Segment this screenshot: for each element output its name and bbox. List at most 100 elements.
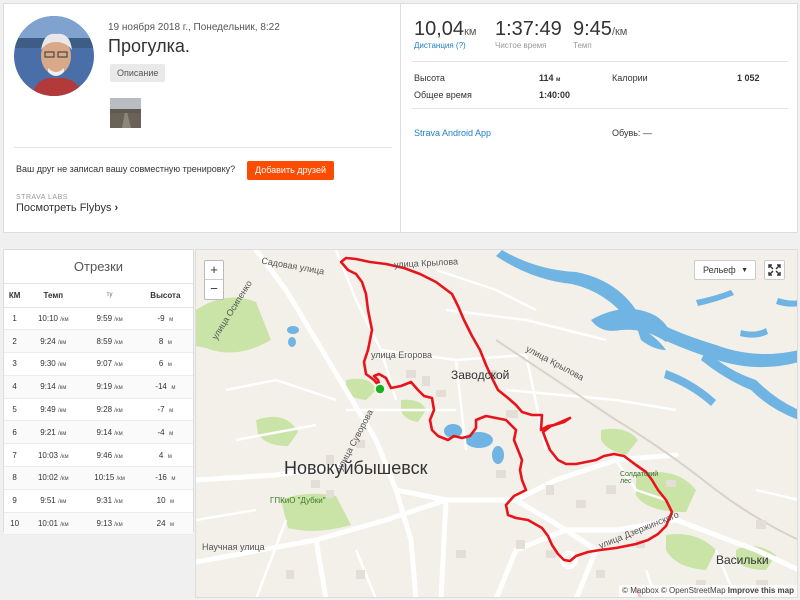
- split-pace-unit: /км: [58, 362, 67, 369]
- split-elevation: -14 м: [137, 375, 193, 399]
- route-start-marker[interactable]: [374, 383, 386, 395]
- split-pace-value: 9:49: [40, 405, 56, 415]
- split-pace-unit: /км: [58, 430, 67, 437]
- elapsed-time-label: Общее время: [414, 90, 472, 100]
- zoom-out-button[interactable]: −: [205, 280, 223, 299]
- split-elev-unit: м: [167, 453, 172, 460]
- split-km: 8: [4, 466, 26, 490]
- split-pace-unit: /км: [60, 453, 69, 460]
- split-km: 10: [4, 512, 26, 536]
- split-km: 2: [4, 329, 26, 354]
- flyby-link[interactable]: Посмотреть Flybys ›: [16, 202, 118, 214]
- map-type-label: Рельеф: [703, 265, 736, 275]
- chevron-down-icon: ▼: [741, 267, 748, 274]
- split-elev-value: 6: [158, 359, 164, 369]
- split-elevation: 6 м: [137, 352, 193, 376]
- fullscreen-button[interactable]: [764, 260, 785, 280]
- splits-header-row: КМ Темп ту Высота: [4, 284, 193, 308]
- splits-panel: Отрезки КМ Темп ту Высота 1 10:10 /км 9:59…: [3, 249, 194, 536]
- split-elev-value: 4: [158, 450, 164, 460]
- calories-label: Калории: [612, 73, 648, 83]
- stat-moving-time: 1:37:49 Чистое время: [495, 18, 562, 50]
- distance-label[interactable]: Дистанция (?): [414, 41, 476, 50]
- split-elev-unit: м: [169, 430, 174, 437]
- split-pace-unit: /км: [60, 522, 69, 529]
- split-pace: 10:02 /км: [25, 466, 82, 490]
- activity-photo[interactable]: [110, 98, 141, 128]
- elevation-number: 114: [539, 73, 554, 83]
- split-pace-value: 10:01: [37, 519, 58, 529]
- split-elev-value: -16: [155, 473, 167, 483]
- pace-value: 9:45: [573, 18, 612, 40]
- header-elevation: Высота: [137, 284, 193, 308]
- split-elev-unit: м: [167, 362, 172, 369]
- pace-unit: /км: [611, 26, 628, 38]
- split-gap: 9:28 /км: [81, 398, 138, 422]
- route-map[interactable]: Новокуйбышевск Заводской Васильки ГПКиО …: [195, 249, 798, 598]
- split-gap-unit: /км: [114, 316, 123, 323]
- split-elev-value: 10: [156, 496, 166, 506]
- split-km: 5: [4, 398, 26, 422]
- table-row: 3 9:30 /км 9:07 /км 6 м: [4, 352, 193, 376]
- split-gap-value: 9:19: [96, 382, 113, 392]
- split-km: 1: [4, 307, 26, 331]
- add-friends-button[interactable]: Добавить друзей: [247, 161, 334, 180]
- distance-value: 10,04: [414, 18, 465, 40]
- split-elev-value: 24: [156, 519, 166, 529]
- map-label-street: улица Егорова: [371, 350, 433, 360]
- activity-page: 19 ноября 2018 г., Понедельник, 8:22 Про…: [0, 0, 800, 600]
- map-label-village: Васильки: [716, 553, 769, 567]
- split-pace: 10:01 /км: [25, 512, 82, 536]
- divider: [412, 61, 788, 62]
- split-pace: 9:30 /км: [25, 352, 82, 376]
- split-gap-value: 9:46: [96, 450, 113, 460]
- split-gap: 8:59 /км: [81, 329, 138, 354]
- split-elevation: -4 м: [137, 420, 193, 445]
- railway: [495, 339, 797, 541]
- athlete-avatar[interactable]: [14, 16, 94, 96]
- divider: [14, 147, 392, 148]
- split-gap-value: 9:31: [96, 496, 113, 506]
- device-app-link[interactable]: Strava Android App: [414, 128, 491, 138]
- split-gap-value: 8:59: [96, 336, 113, 346]
- table-row: 6 9:21 /км 9:14 /км -4 м: [4, 420, 193, 445]
- split-elevation: 8 м: [137, 329, 193, 354]
- split-gap-value: 9:59: [96, 313, 113, 323]
- map-type-dropdown[interactable]: Рельеф ▼: [694, 260, 756, 280]
- table-row: 5 9:49 /км 9:28 /км -7 м: [4, 398, 193, 422]
- split-pace-unit: /км: [58, 385, 67, 392]
- split-gap-value: 9:07: [96, 359, 113, 369]
- split-gap-unit: /км: [114, 499, 123, 506]
- attribution-mapbox[interactable]: © Mapbox: [622, 586, 659, 595]
- table-row: 8 10:02 /км 10:15 /км -16 м: [4, 466, 193, 490]
- split-elev-value: -4: [157, 427, 165, 437]
- map-label-park: ГПКиО "Дубки": [270, 496, 326, 505]
- moving-time-label: Чистое время: [495, 41, 547, 50]
- split-pace-value: 9:24: [40, 336, 56, 346]
- stat-pace: 9:45/км Темп: [573, 18, 627, 50]
- split-pace: 9:51 /км: [25, 489, 82, 513]
- split-pace: 9:21 /км: [25, 420, 82, 445]
- split-gap-value: 9:13: [96, 519, 113, 529]
- split-pace-value: 9:30: [40, 359, 56, 369]
- friend-prompt: Ваш друг не записал вашу совместную трен…: [16, 164, 236, 174]
- split-pace: 10:10 /км: [25, 307, 82, 331]
- split-gap-unit: /км: [114, 362, 123, 369]
- split-gap-unit: /км: [114, 385, 123, 392]
- calories-value: 1 052: [737, 73, 760, 83]
- split-km: 6: [4, 420, 26, 445]
- split-pace-unit: /км: [58, 408, 67, 415]
- header-gap: ту: [81, 284, 138, 308]
- attribution-osm[interactable]: © OpenStreetMap: [661, 586, 726, 595]
- improve-map-link[interactable]: Improve this map: [728, 586, 794, 595]
- split-elev-unit: м: [169, 408, 174, 415]
- splits-rows: 1 10:10 /км 9:59 /км -9 м 2 9:24 /км 8:59 /км 8…: [4, 307, 193, 536]
- elevation-value: 114 м: [539, 73, 561, 83]
- split-gap: 9:07 /км: [81, 352, 138, 376]
- flyby-link-label: Посмотреть Flybys: [16, 202, 112, 214]
- divider: [412, 108, 788, 109]
- table-row: 2 9:24 /км 8:59 /км 8 м: [4, 329, 193, 354]
- zoom-in-button[interactable]: +: [205, 261, 223, 280]
- split-km: 3: [4, 352, 26, 376]
- description-button[interactable]: Описание: [110, 64, 166, 82]
